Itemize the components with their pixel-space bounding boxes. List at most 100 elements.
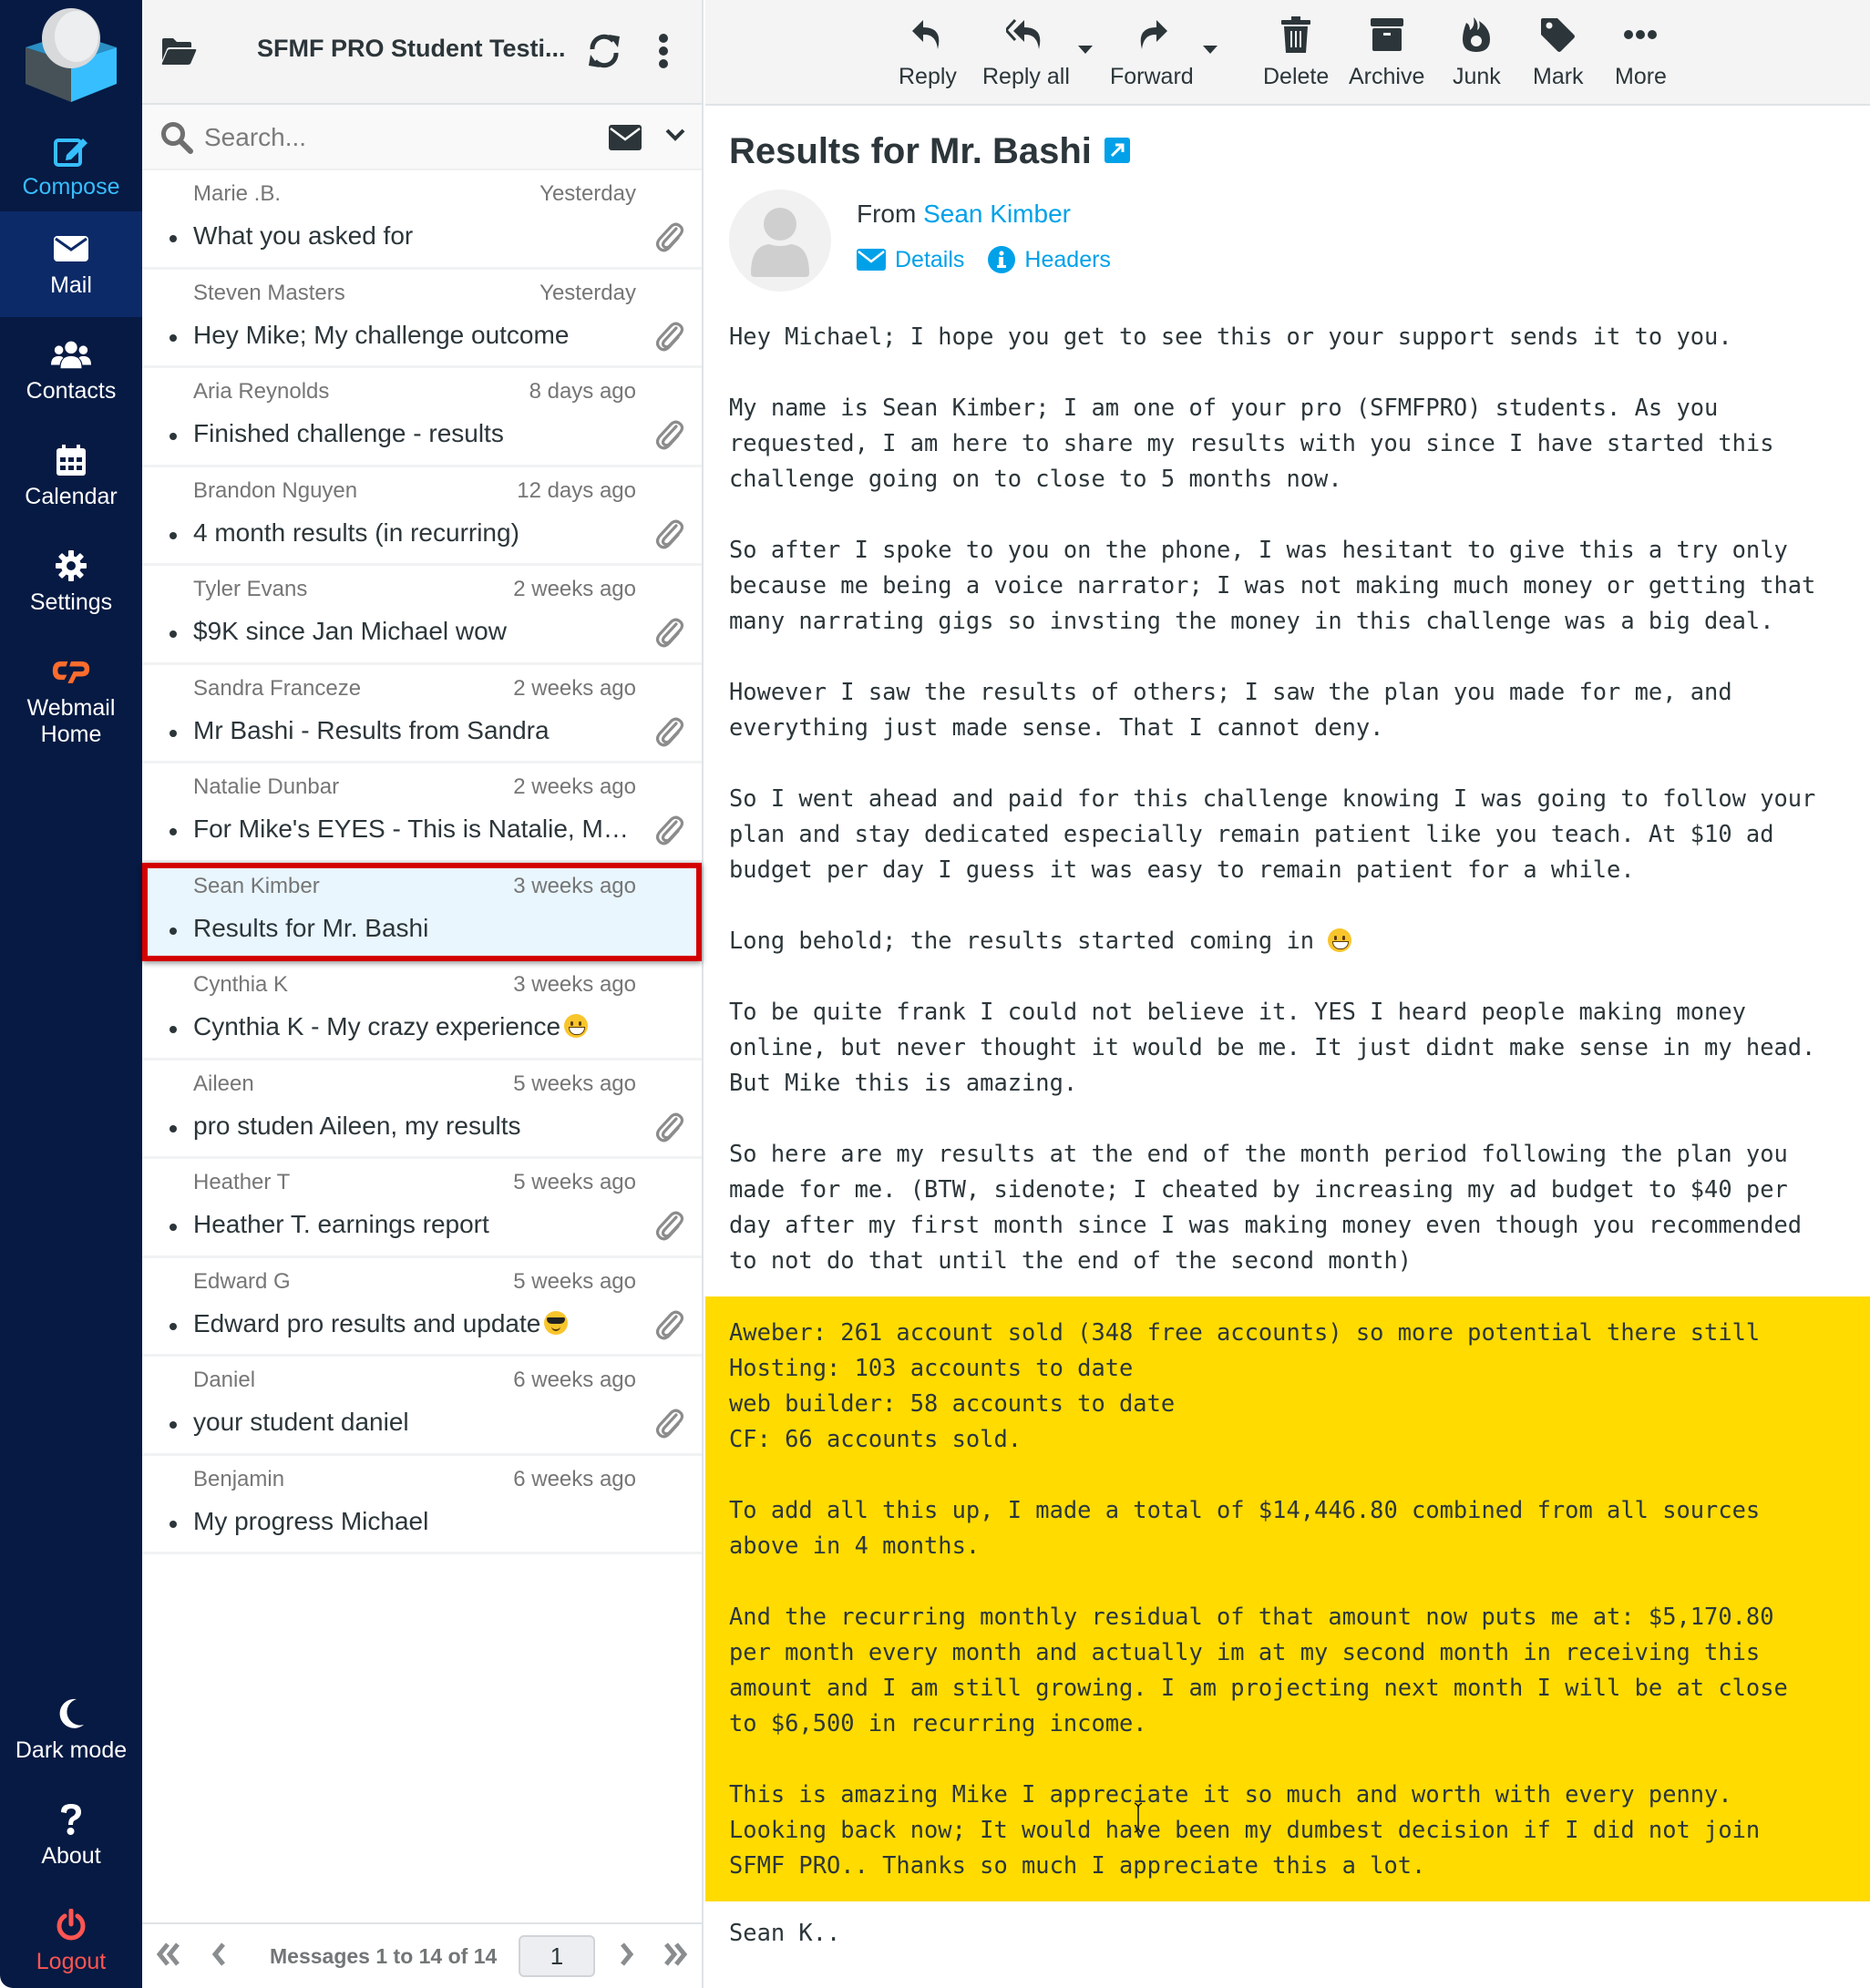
first-page-icon[interactable] [155,1941,182,1973]
unread-dot-icon[interactable] [170,531,177,539]
message-row[interactable]: Brandon Nguyen 12 days ago 4 month results… [142,467,702,566]
message-row[interactable]: Sean Kimber 3 weeks ago Results for Mr. Ba… [142,862,702,961]
paperclip-icon[interactable] [655,1408,684,1443]
roundcube-logo[interactable] [20,7,122,102]
gear-icon [51,548,91,584]
message-date: 5 weeks ago [513,1071,636,1096]
unread-dot-icon[interactable] [170,1224,177,1231]
paperclip-icon[interactable] [655,617,684,652]
grinning-face-emoji [564,1014,589,1038]
headers-link[interactable]: Headers [988,246,1111,273]
paperclip-icon[interactable] [655,1309,684,1345]
message-row[interactable]: Natalie Dunbar 2 weeks ago For Mike's EYES… [142,763,702,863]
message-subject-text: What you asked for [193,221,414,250]
junk-button[interactable]: Junk [1453,13,1501,90]
sender-name-link[interactable]: Sean Kimber [923,200,1071,228]
unread-dot-icon[interactable] [170,630,177,638]
envelope-filter-icon[interactable] [609,125,642,155]
nav-webmail-home-label-1: Webmail [26,695,116,721]
folder-open-icon[interactable] [160,36,197,70]
message-row[interactable]: Daniel 6 weeks ago your student daniel [142,1357,702,1456]
unread-dot-icon[interactable] [170,433,177,440]
message-date: 6 weeks ago [513,1368,636,1392]
message-reader: Reply Reply all Forward Delete Archive J… [705,0,1870,1988]
unread-dot-icon[interactable] [170,1124,177,1132]
paperclip-icon[interactable] [655,815,684,850]
paperclip-icon[interactable] [655,716,684,752]
reply-all-button[interactable]: Reply all [982,13,1070,90]
last-page-icon[interactable] [662,1941,689,1973]
folder-title: SFMF PRO Student Testi... [257,35,566,62]
nav-calendar[interactable]: Calendar [0,423,142,528]
nav-logout[interactable]: Logout [0,1888,142,1988]
unread-dot-icon[interactable] [170,333,177,342]
question-icon [51,1801,91,1838]
paperclip-icon[interactable] [655,518,684,554]
chevron-down-icon[interactable] [665,128,685,146]
message-row[interactable]: Heather T 5 weeks ago Heather T. earnings … [142,1159,702,1258]
more-vertical-icon[interactable] [658,33,669,74]
paperclip-icon[interactable] [655,321,684,356]
nav-dark-mode[interactable]: Dark mode [0,1676,142,1782]
message-row[interactable]: Benjamin 6 weeks ago My progress Michael [142,1456,702,1554]
unread-dot-icon[interactable] [170,1421,177,1429]
nav-webmail-home[interactable]: Webmail Home [0,641,142,760]
body-paragraph: To be quite frank I could not believe it… [729,998,1816,1096]
refresh-icon[interactable] [587,33,622,74]
message-row[interactable]: Steven Masters Yesterday Hey Mike; My chal… [142,270,702,368]
message-subject-text: My progress Michael [193,1506,429,1535]
mark-button[interactable]: Mark [1533,13,1584,90]
archive-button[interactable]: Archive [1349,13,1424,90]
junk-label: Junk [1453,64,1501,89]
paperclip-icon[interactable] [655,1112,684,1147]
message-subject-text: Cynthia K - My crazy experience [193,1012,561,1040]
reply-button[interactable]: Reply [899,13,957,90]
details-link[interactable]: Details [857,247,964,273]
unread-dot-icon[interactable] [170,828,177,835]
message-row[interactable]: Aria Reynolds 8 days ago Finished challeng… [142,368,702,467]
nav-compose[interactable]: Compose [0,113,142,219]
message-subject-text: $9K since Jan Michael wow [193,617,507,645]
search-input[interactable] [204,118,550,158]
unread-dot-icon[interactable] [170,1520,177,1528]
next-page-icon[interactable] [618,1941,636,1973]
delete-button[interactable]: Delete [1263,13,1329,90]
unread-dot-icon[interactable] [170,235,177,242]
message-subject-text: Edward pro results and update [193,1308,541,1337]
unread-dot-icon[interactable] [170,1026,177,1033]
message-body: Hey Michael; I hope you get to see this … [705,319,1870,1986]
message-row[interactable]: Cynthia K 3 weeks ago Cynthia K - My crazy… [142,961,702,1061]
forward-dropdown-icon[interactable] [1203,46,1218,54]
nav-contacts[interactable]: Contacts [0,317,142,423]
message-row[interactable]: Aileen 5 weeks ago pro studen Aileen, my r… [142,1061,702,1159]
trash-icon [1281,13,1311,56]
forward-button[interactable]: Forward [1110,13,1194,90]
message-row[interactable]: Marie .B. Yesterday What you asked for [142,170,702,270]
message-row[interactable]: Tyler Evans 2 weeks ago $9K since Jan Mich… [142,566,702,665]
nav-mail[interactable]: Mail [0,211,142,317]
search-icon[interactable] [160,121,193,159]
message-subject-text: Results for Mr. Bashi [729,131,1092,171]
paperclip-icon[interactable] [655,221,684,257]
nav-about[interactable]: About [0,1782,142,1888]
message-date: 6 weeks ago [513,1466,636,1491]
previous-page-icon[interactable] [210,1941,228,1973]
paperclip-icon[interactable] [655,1210,684,1245]
delete-label: Delete [1263,64,1330,89]
message-subject: Mr Bashi - Results from Sandra [193,716,631,745]
more-button[interactable]: More [1615,13,1667,90]
message-date: 2 weeks ago [513,774,636,799]
message-date: 3 weeks ago [513,972,636,997]
reply-all-dropdown-icon[interactable] [1078,46,1093,54]
archive-icon [1370,13,1403,56]
open-external-icon[interactable] [1104,131,1130,172]
paperclip-icon[interactable] [655,419,684,455]
unread-dot-icon[interactable] [170,927,177,935]
nav-settings[interactable]: Settings [0,528,142,634]
page-number-input[interactable] [519,1935,595,1977]
message-toolbar: Reply Reply all Forward Delete Archive J… [705,0,1870,106]
message-row[interactable]: Edward G 5 weeks ago Edward pro results an… [142,1258,702,1357]
message-row[interactable]: Sandra Franceze 2 weeks ago Mr Bashi - Res… [142,665,702,763]
unread-dot-icon[interactable] [170,1322,177,1330]
unread-dot-icon[interactable] [170,729,177,737]
